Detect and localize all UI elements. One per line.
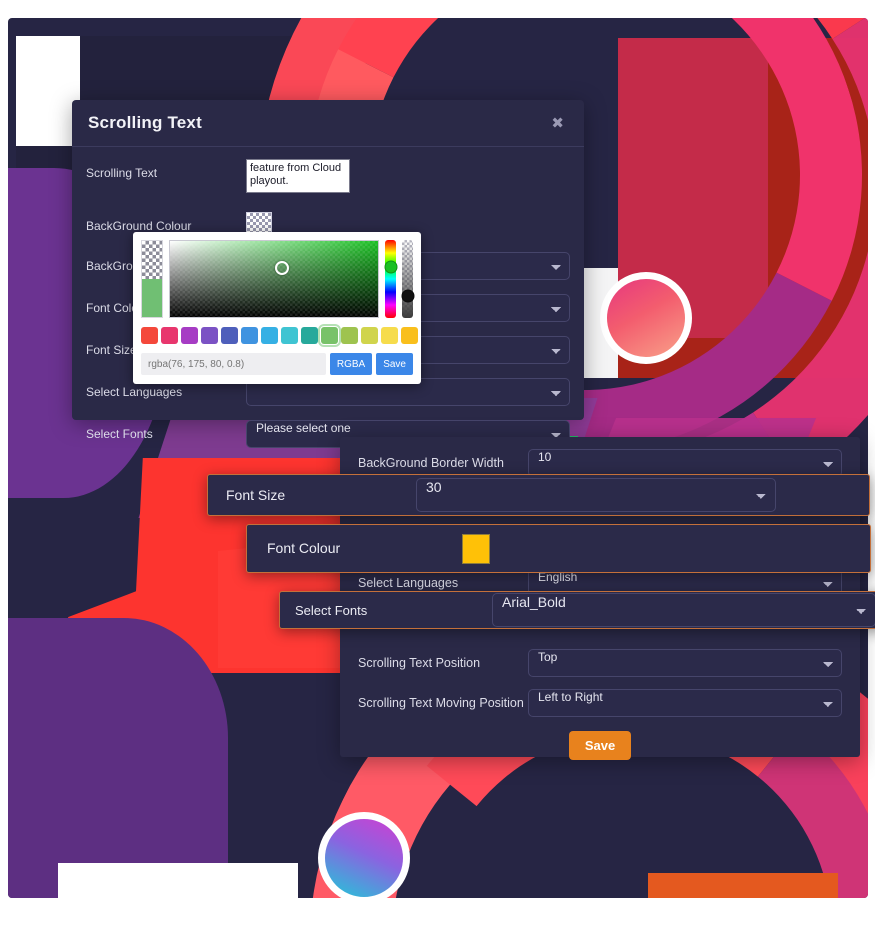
color-swatch-blue[interactable] <box>241 327 258 344</box>
color-format-button[interactable]: RGBA <box>329 353 373 375</box>
highlight-font-colour-label: Font Colour <box>267 540 341 556</box>
modal-header: Scrolling Text ✖ <box>72 100 584 147</box>
scrolling-text-moving-position-select[interactable]: Left to Right <box>528 689 842 717</box>
save-button-row: Save <box>340 731 860 760</box>
hue-slider-knob[interactable] <box>384 260 397 274</box>
page-title: Scrolling Text <box>88 113 202 132</box>
background-white-bottomleft <box>58 863 298 898</box>
scrolling-text-moving-position-control: Left to Right <box>528 689 842 717</box>
color-value-input[interactable] <box>141 353 326 375</box>
highlight-font-size-control: 30 <box>416 478 776 512</box>
field-scrolling-text-moving-position: Scrolling Text Moving Position Left to R… <box>340 689 860 717</box>
color-swatch-lime[interactable] <box>361 327 378 344</box>
scrolling-text-control: feature from Cloud playout. <box>246 159 570 198</box>
color-swatch-red[interactable] <box>141 327 158 344</box>
color-picker-footer: RGBA Save <box>141 353 413 375</box>
scrolling-text-input[interactable]: feature from Cloud playout. <box>246 159 350 193</box>
saturation-marker-icon[interactable] <box>275 261 290 276</box>
background-border-width-control: 10 <box>528 449 842 477</box>
background-colour-label: BackGround Colour <box>86 219 192 233</box>
highlight-row-font-size: Font Size 30 <box>207 474 870 516</box>
background-border-width-label: BackGround Border Width <box>358 456 504 470</box>
highlight-select-fonts-select[interactable]: Arial_Bold <box>492 593 875 627</box>
color-swatch-cyan[interactable] <box>281 327 298 344</box>
color-swatch-indigo[interactable] <box>221 327 238 344</box>
font-colour-swatch[interactable] <box>462 533 490 564</box>
save-button[interactable]: Save <box>568 731 632 760</box>
scrolling-text-position-control: Top <box>528 649 842 677</box>
color-swatch-purple[interactable] <box>181 327 198 344</box>
color-preview-transparency <box>142 241 162 279</box>
field-scrolling-text-position: Scrolling Text Position Top <box>340 649 860 677</box>
field-scrolling-text: Scrolling Text feature from Cloud playou… <box>72 159 584 198</box>
close-icon[interactable]: ✖ <box>545 113 570 133</box>
highlight-select-fonts-control: Arial_Bold <box>492 593 875 627</box>
color-swatch-amber[interactable] <box>401 327 418 344</box>
highlight-font-size-select[interactable]: 30 <box>416 478 776 512</box>
color-swatch-yellow[interactable] <box>381 327 398 344</box>
highlight-font-size-label: Font Size <box>226 486 286 503</box>
decorative-circle-pink <box>600 272 692 364</box>
color-swatch-green[interactable] <box>318 324 341 347</box>
background-purple-bottom <box>8 618 228 898</box>
scrolling-text-moving-position-label: Scrolling Text Moving Position <box>358 696 524 710</box>
color-preview-current <box>142 279 162 317</box>
background-border-width-select[interactable]: 10 <box>528 449 842 477</box>
color-picker-top <box>141 240 414 318</box>
scrolling-text-position-select[interactable]: Top <box>528 649 842 677</box>
alpha-slider[interactable] <box>401 240 414 318</box>
color-swatch-teal[interactable] <box>301 327 318 344</box>
color-swatch-deep-purple[interactable] <box>201 327 218 344</box>
highlight-row-select-fonts: Select Fonts Arial_Bold <box>279 591 875 629</box>
highlight-row-font-colour: Font Colour <box>246 524 871 573</box>
color-save-button[interactable]: Save <box>376 353 413 375</box>
highlight-font-colour-control <box>462 533 850 564</box>
color-swatch-light-green[interactable] <box>341 327 358 344</box>
background-white-topleft <box>16 36 80 146</box>
color-preview <box>141 240 163 318</box>
color-picker-popup[interactable]: RGBA Save <box>133 232 421 384</box>
select-fonts-label: Select Fonts <box>86 427 153 441</box>
scrolling-text-position-label: Scrolling Text Position <box>358 656 481 670</box>
hue-slider[interactable] <box>384 240 397 318</box>
color-swatch-pink[interactable] <box>161 327 178 344</box>
highlight-select-fonts-label: Select Fonts <box>295 602 368 618</box>
saturation-value-area[interactable] <box>169 240 379 318</box>
color-swatch-light-blue[interactable] <box>261 327 278 344</box>
field-background-border-width: BackGround Border Width 10 <box>340 449 860 477</box>
decorative-circle-cyan <box>318 812 410 904</box>
screenshot-root: Scrolling Text ✖ Scrolling Text feature … <box>0 0 875 939</box>
background-orange-block <box>648 873 838 898</box>
alpha-slider-knob[interactable] <box>401 289 414 303</box>
scrolling-text-label: Scrolling Text <box>86 166 158 180</box>
color-swatch-row <box>141 324 418 347</box>
